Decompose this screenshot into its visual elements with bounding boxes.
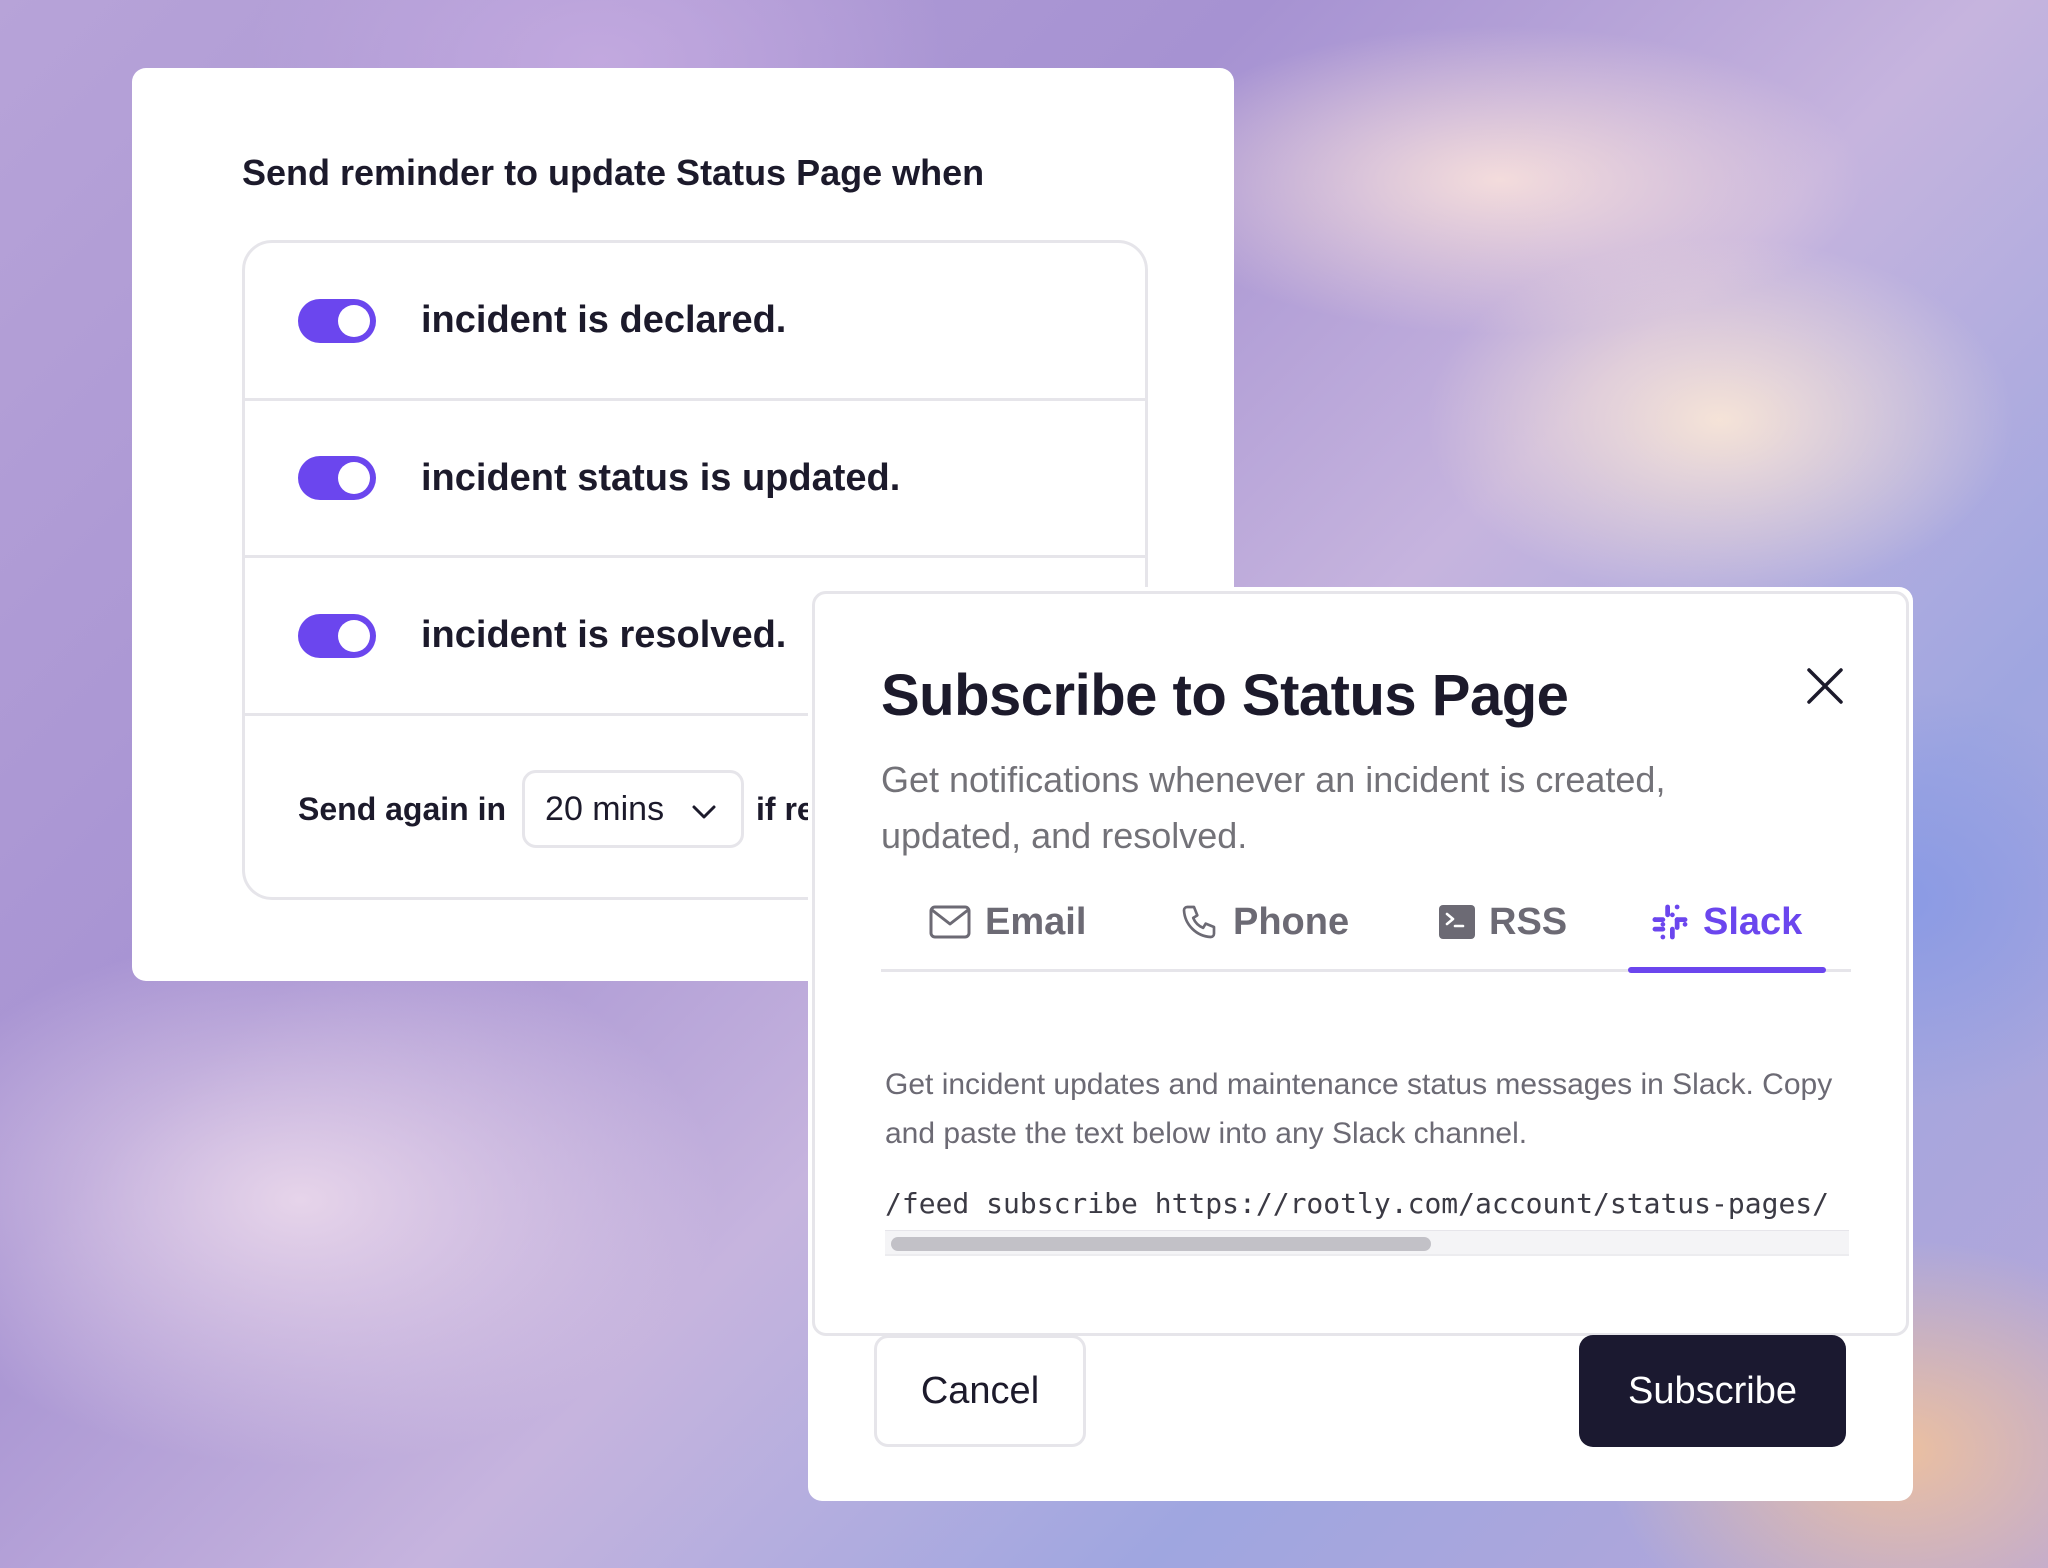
envelope-icon [929,905,971,939]
toggle-knob [338,619,370,652]
resend-interval-value: 20 mins [545,789,665,828]
slack-command-box[interactable]: /feed subscribe https://rootly.com/accou… [885,1184,1849,1256]
slack-description: Get incident updates and maintenance sta… [885,1068,1833,1150]
scrollbar-thumb[interactable] [891,1237,1431,1251]
toggle-knob [338,462,370,494]
resend-suffix: if re [756,790,815,827]
tab-slack[interactable]: Slack [1651,872,1802,972]
tab-email-label: Email [985,900,1087,943]
terminal-icon [1439,905,1475,939]
subscribe-modal: Subscribe to Status Page Get notificatio… [808,587,1913,1501]
modal-title: Subscribe to Status Page [881,663,1569,728]
modal-content-panel: Subscribe to Status Page Get notificatio… [812,591,1909,1336]
cancel-button[interactable]: Cancel [874,1335,1086,1447]
resend-prefix: Send again in [298,790,507,827]
toggle-declared[interactable] [298,298,376,343]
close-button[interactable] [1803,664,1847,708]
resend-row: Send again in 20 mins if re [298,769,815,849]
close-icon [1807,668,1843,704]
active-tab-indicator [1628,967,1826,973]
rule-label-resolved: incident is resolved. [421,614,787,656]
tab-phone-label: Phone [1233,900,1350,943]
rule-label-updated: incident status is updated. [421,456,901,499]
toggle-knob [338,304,370,337]
subscribe-button[interactable]: Subscribe [1579,1335,1846,1447]
slack-command-text[interactable]: /feed subscribe https://rootly.com/accou… [885,1184,1849,1224]
chevron-down-icon [692,805,716,819]
slack-icon [1652,904,1688,940]
toggle-resolved[interactable] [298,613,376,658]
rule-row-declared: incident is declared. [245,243,1145,401]
horizontal-scrollbar[interactable] [885,1230,1849,1254]
phone-icon [1182,905,1216,939]
reminder-title: Send reminder to update Status Page when [242,152,985,193]
tab-rss[interactable]: RSS [1439,872,1567,972]
tab-phone[interactable]: Phone [1179,872,1349,972]
tab-rss-label: RSS [1489,900,1568,943]
tab-email[interactable]: Email [929,872,1086,972]
resend-interval-select[interactable]: 20 mins [522,770,745,848]
toggle-updated[interactable] [298,456,376,500]
rule-row-updated: incident status is updated. [245,401,1145,558]
tab-slack-label: Slack [1703,900,1803,943]
rule-label-declared: incident is declared. [421,299,787,341]
modal-description: Get notifications whenever an incident i… [881,759,1666,856]
subscribe-tabs: Email Phone RSS Slack [881,872,1851,973]
